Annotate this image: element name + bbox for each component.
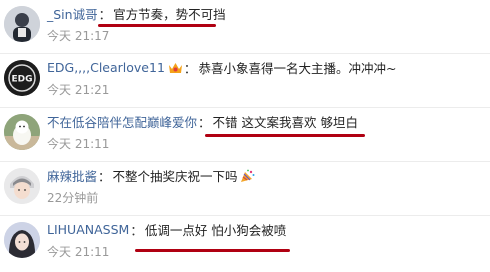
colon-separator: ： [183,61,197,76]
annotation-underline [205,134,365,137]
comment-username[interactable]: _Sin诚哥 [47,4,98,23]
comment-time: 今天 21:17 [47,29,110,43]
comment-text: 不整个抽奖庆祝一下吗 [112,169,238,184]
svg-text:EDG: EDG [11,75,32,85]
colon-separator: ： [198,115,211,130]
avatar[interactable] [4,222,40,258]
avatar[interactable] [4,168,40,204]
comment-row: 不在低谷陪伴怎配巅峰爱你 ： 不错 这文案我喜欢 够坦白 今天 21:11 [0,108,490,162]
comment-row: EDG EDG,,,,Clearlove11 ： 恭喜小象喜得一名大主播。冲冲冲… [0,54,490,108]
avatar[interactable] [4,6,40,42]
comment-time: 今天 21:11 [47,245,110,259]
colon-separator: ： [130,223,143,238]
comment-username[interactable]: LIHUANASSM [47,222,129,237]
colon-separator: ： [98,169,111,184]
comment-time: 今天 21:11 [47,137,110,151]
comment-username[interactable]: 麻辣批酱 [47,166,97,185]
annotation-underline [98,24,216,27]
comment-time: 今天 21:21 [47,83,110,97]
comment-row: LIHUANASSM ： 低调一点好 怕小狗会被喷 今天 21:11 [0,216,490,272]
comment-text: 低调一点好 怕小狗会被喷 [144,223,287,238]
avatar[interactable] [4,114,40,150]
comment-time: 22分钟前 [47,191,99,205]
annotation-underline [135,249,290,252]
comment-text: 官方节奏，势不可挡 [113,7,226,22]
colon-separator: ： [98,7,112,22]
party-popper-emoji-icon [240,169,255,183]
comment-text: 不错 这文案我喜欢 够坦白 [212,115,358,130]
comment-text: 恭喜小象喜得一名大主播。冲冲冲~ [198,61,397,76]
comment-row: 麻辣批酱 ： 不整个抽奖庆祝一下吗 22分钟前 [0,162,490,216]
avatar[interactable]: EDG [4,60,40,96]
comment-username[interactable]: 不在低谷陪伴怎配巅峰爱你 [47,112,197,131]
comment-row: _Sin诚哥 ： 官方节奏，势不可挡 今天 21:17 [0,0,490,54]
crown-badge-icon [168,61,183,74]
comment-username[interactable]: EDG,,,,Clearlove11 [47,60,165,75]
